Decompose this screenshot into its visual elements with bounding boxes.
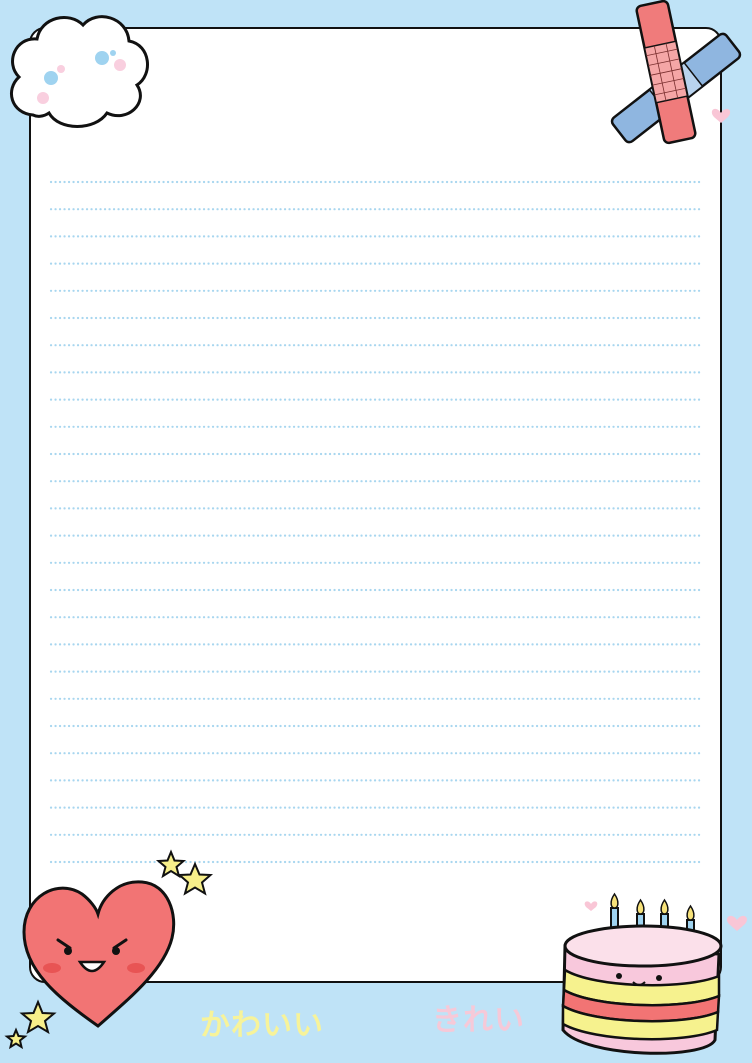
- birthday-cake-icon: [561, 892, 747, 1055]
- dotted-lines: [49, 180, 703, 864]
- star-icon: [4, 999, 57, 1050]
- bandage-icon: [610, 0, 742, 145]
- lined-paper-sheet: [29, 27, 722, 983]
- caption-kawaii: かわいい: [200, 1008, 324, 1043]
- cloud-icon: [10, 15, 149, 128]
- caption-kirei: きれい: [432, 1003, 525, 1038]
